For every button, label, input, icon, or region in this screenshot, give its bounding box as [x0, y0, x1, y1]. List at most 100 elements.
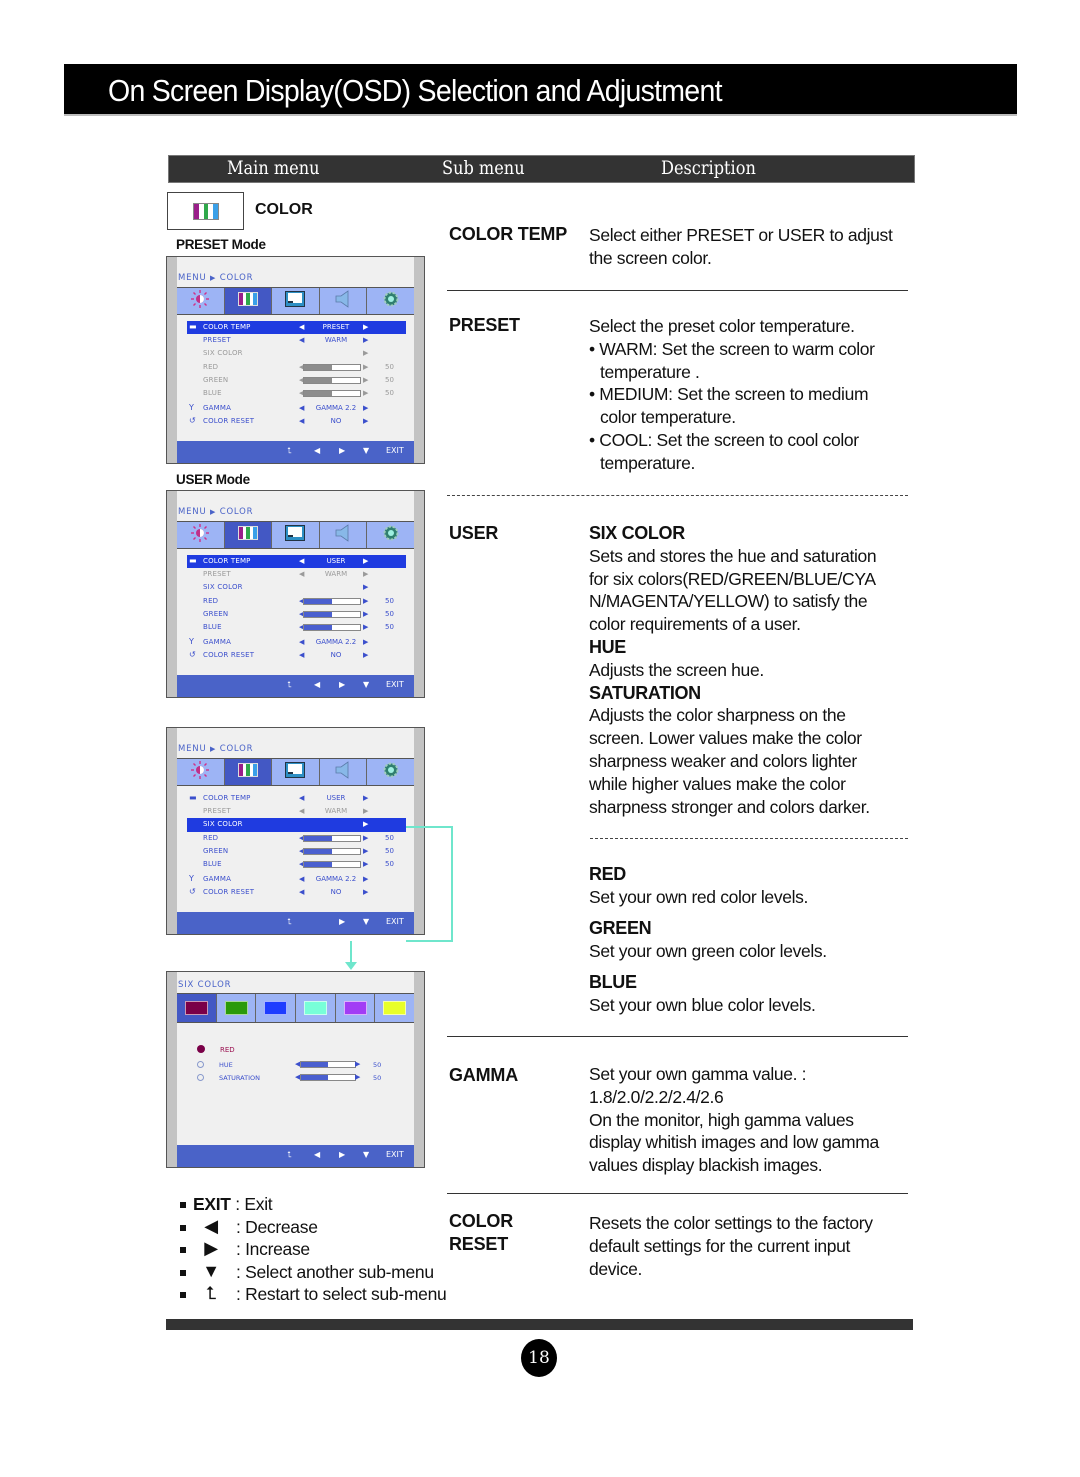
left-arrow-icon[interactable]: ◀ [299, 651, 304, 659]
osd-row-green[interactable]: GREEN ◀ ▶ 50 [187, 374, 406, 387]
right-arrow-icon[interactable]: ▶ [363, 834, 368, 842]
left-arrow-icon[interactable]: ◀ [299, 336, 304, 344]
left-arrow-icon[interactable]: ◀ [299, 888, 304, 896]
up-icon[interactable]: ⮤ [287, 917, 292, 927]
slider[interactable] [303, 860, 361, 868]
osd-tab-gear[interactable] [367, 522, 414, 548]
up-icon[interactable]: ⮤ [287, 446, 292, 456]
slider[interactable] [300, 1074, 356, 1081]
slider[interactable] [303, 363, 361, 371]
osd-tab-gear[interactable] [367, 759, 414, 785]
left-arrow-icon[interactable]: ◀ [299, 638, 304, 646]
osd-row-blue[interactable]: BLUE ◀ ▶ 50 [187, 387, 406, 400]
exit-button[interactable]: EXIT [386, 917, 404, 926]
osd-row-color-temp[interactable]: ▬ COLOR TEMP ◀ USER ▶ [187, 792, 406, 805]
left-arrow-icon[interactable]: ◀ [299, 404, 304, 412]
right-arrow-icon[interactable]: ▶ [363, 557, 368, 565]
osd-row-color-temp[interactable]: ▬ COLOR TEMP ◀ PRESET ▶ [187, 321, 406, 335]
osd-tab-picture[interactable] [177, 522, 225, 548]
down-arrow-icon[interactable]: ▼ [363, 917, 369, 926]
left-arrow-icon[interactable]: ◀ [314, 1150, 320, 1159]
right-arrow-icon[interactable]: ▶ [363, 623, 368, 631]
osd-row-gamma[interactable]: Y GAMMA ◀ GAMMA 2.2 ▶ [187, 402, 406, 415]
osd-row-preset[interactable]: PRESET ◀ WARM ▶ [187, 568, 406, 581]
osd-tab-color-bars[interactable] [224, 288, 273, 314]
color-swatch-tab[interactable] [296, 994, 336, 1022]
osd-row-color-reset[interactable]: ↺ COLOR RESET ◀ NO ▶ [187, 886, 406, 899]
right-arrow-icon[interactable]: ▶ [363, 417, 368, 425]
right-arrow-icon[interactable]: ▶ [363, 323, 368, 331]
osd-tab-speaker[interactable] [320, 759, 368, 785]
slider[interactable] [303, 389, 361, 397]
right-arrow-icon[interactable]: ▶ [363, 404, 368, 412]
left-arrow-icon[interactable]: ◀ [299, 807, 304, 815]
right-arrow-icon[interactable]: ▶ [363, 389, 368, 397]
right-arrow-icon[interactable]: ▶ [339, 917, 345, 926]
right-arrow-icon[interactable]: ▶ [363, 376, 368, 384]
osd-tab-speaker[interactable] [320, 522, 368, 548]
six-color-row-hue[interactable]: HUE ◀ ▶ 50 [195, 1060, 445, 1072]
osd-row-red[interactable]: RED ◀ ▶ 50 [187, 832, 406, 845]
color-swatch-tab[interactable] [217, 994, 257, 1022]
osd-row-preset[interactable]: PRESET ◀ WARM ▶ [187, 805, 406, 818]
color-swatch-tab[interactable] [177, 994, 217, 1022]
color-swatch-tab[interactable] [375, 994, 414, 1022]
left-arrow-icon[interactable]: ◀ [299, 794, 304, 802]
exit-button[interactable]: EXIT [386, 446, 404, 455]
right-arrow-icon[interactable]: ▶ [363, 363, 368, 371]
osd-tab-display[interactable] [272, 759, 320, 785]
slider[interactable] [303, 376, 361, 384]
osd-tab-speaker[interactable] [320, 288, 368, 314]
right-arrow-icon[interactable]: ▶ [363, 583, 368, 591]
slider[interactable] [303, 610, 361, 618]
color-swatch-tab[interactable] [256, 994, 297, 1022]
slider[interactable] [303, 597, 361, 605]
right-arrow-icon[interactable]: ▶ [363, 794, 368, 802]
osd-row-six-color[interactable]: SIX COLOR ▶ [187, 818, 406, 832]
left-arrow-icon[interactable]: ◀ [314, 680, 320, 689]
slider[interactable] [303, 834, 361, 842]
right-arrow-icon[interactable]: ▶ [339, 446, 345, 455]
right-arrow-icon[interactable]: ▶ [363, 807, 368, 815]
right-arrow-icon[interactable]: ▶ [363, 888, 368, 896]
osd-tab-gear[interactable] [367, 288, 414, 314]
right-arrow-icon[interactable]: ▶ [339, 1150, 345, 1159]
slider[interactable] [303, 623, 361, 631]
osd-row-blue[interactable]: BLUE ◀ ▶ 50 [187, 621, 406, 634]
left-arrow-icon[interactable]: ◀ [299, 557, 304, 565]
down-arrow-icon[interactable]: ▼ [363, 446, 369, 455]
osd-tab-display[interactable] [272, 522, 320, 548]
osd-row-green[interactable]: GREEN ◀ ▶ 50 [187, 845, 406, 858]
right-arrow-icon[interactable]: ▶ [363, 875, 368, 883]
exit-button[interactable]: EXIT [386, 1150, 404, 1159]
right-arrow-icon[interactable]: ▶ [355, 1073, 360, 1081]
right-arrow-icon[interactable]: ▶ [339, 680, 345, 689]
osd-row-six-color[interactable]: SIX COLOR ▶ [187, 581, 406, 594]
osd-tab-display[interactable] [272, 288, 320, 314]
up-icon[interactable]: ⮤ [287, 680, 292, 690]
osd-row-blue[interactable]: BLUE ◀ ▶ 50 [187, 858, 406, 871]
left-arrow-icon[interactable]: ◀ [299, 323, 304, 331]
osd-row-color-reset[interactable]: ↺ COLOR RESET ◀ NO ▶ [187, 415, 406, 428]
osd-row-color-reset[interactable]: ↺ COLOR RESET ◀ NO ▶ [187, 649, 406, 662]
color-swatch-tab[interactable] [336, 994, 376, 1022]
osd-row-red[interactable]: RED ◀ ▶ 50 [187, 361, 406, 374]
right-arrow-icon[interactable]: ▶ [363, 847, 368, 855]
osd-row-green[interactable]: GREEN ◀ ▶ 50 [187, 608, 406, 621]
osd-row-gamma[interactable]: Y GAMMA ◀ GAMMA 2.2 ▶ [187, 636, 406, 649]
down-arrow-icon[interactable]: ▼ [363, 680, 369, 689]
osd-row-gamma[interactable]: Y GAMMA ◀ GAMMA 2.2 ▶ [187, 873, 406, 886]
slider[interactable] [303, 847, 361, 855]
up-icon[interactable]: ⮤ [287, 1150, 292, 1160]
left-arrow-icon[interactable]: ◀ [299, 417, 304, 425]
down-arrow-icon[interactable]: ▼ [363, 1150, 369, 1159]
osd-row-preset[interactable]: PRESET ◀ WARM ▶ [187, 334, 406, 347]
osd-row-red[interactable]: RED ◀ ▶ 50 [187, 595, 406, 608]
left-arrow-icon[interactable]: ◀ [299, 570, 304, 578]
slider[interactable] [300, 1061, 356, 1068]
exit-button[interactable]: EXIT [386, 680, 404, 689]
osd-row-six-color[interactable]: SIX COLOR ▶ [187, 347, 406, 360]
right-arrow-icon[interactable]: ▶ [363, 336, 368, 344]
right-arrow-icon[interactable]: ▶ [363, 651, 368, 659]
osd-tab-color-bars[interactable] [224, 759, 273, 785]
